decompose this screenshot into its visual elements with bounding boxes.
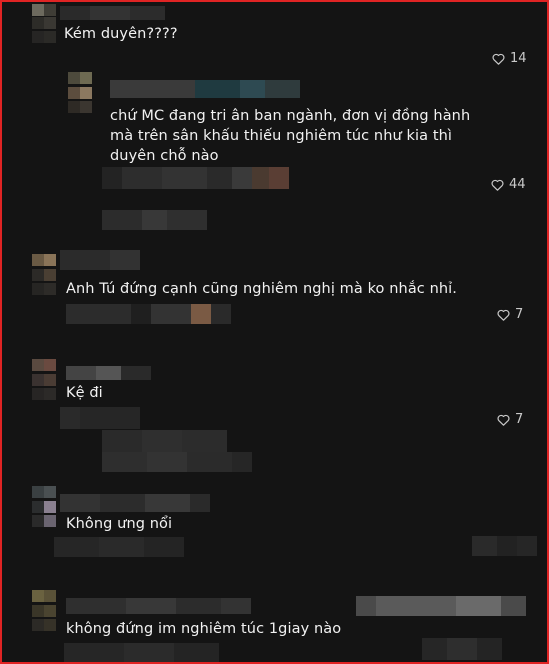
like-button[interactable]: 14 [492, 51, 527, 66]
reply-blurred[interactable] [102, 430, 227, 452]
like-count: 14 [510, 51, 527, 66]
username-blurred[interactable] [60, 6, 165, 20]
reply-blurred[interactable] [356, 596, 526, 616]
username-blurred[interactable] [60, 250, 140, 270]
avatar[interactable] [68, 72, 92, 116]
comment-text: Kém duyên???? [64, 26, 178, 42]
reply-blurred[interactable] [102, 452, 252, 472]
username-blurred[interactable] [60, 494, 210, 512]
reply-blurred[interactable] [422, 638, 502, 660]
timestamp-blurred [60, 407, 140, 429]
comment-text: Anh Tú đứng cạnh cũng nghiêm nghị mà ko … [66, 281, 458, 297]
username-blurred[interactable] [66, 366, 151, 380]
reply-blurred[interactable] [472, 536, 537, 556]
like-count: 7 [515, 412, 524, 427]
like-count: 7 [515, 307, 524, 322]
like-button[interactable]: 44 [491, 177, 526, 192]
timestamp-blurred [64, 643, 219, 662]
avatar[interactable] [32, 254, 56, 298]
heart-outline-icon [497, 309, 510, 321]
username-blurred[interactable] [66, 598, 251, 614]
comment-text: không đứng im nghiêm túc 1giay nào [66, 621, 342, 637]
comment-text: Kệ đi [66, 385, 103, 401]
avatar[interactable] [32, 4, 56, 44]
avatar[interactable] [32, 590, 56, 634]
heart-outline-icon [497, 414, 510, 426]
comments-panel: Kém duyên???? 14 chứ MC đang tri ân ban … [0, 0, 549, 664]
heart-outline-icon [492, 53, 505, 65]
comment-text: Không ưng nổi [66, 516, 173, 532]
view-replies-blurred[interactable] [102, 210, 207, 230]
timestamp-blurred [102, 167, 289, 189]
timestamp-blurred [54, 537, 184, 557]
like-button[interactable]: 7 [497, 307, 523, 322]
like-button[interactable]: 7 [497, 412, 523, 427]
like-count: 44 [509, 177, 526, 192]
comment-text: chứ MC đang tri ân ban ngành, đơn vị đồn… [110, 108, 471, 164]
timestamp-blurred [66, 304, 231, 324]
avatar[interactable] [32, 359, 56, 403]
heart-outline-icon [491, 179, 504, 191]
avatar[interactable] [32, 486, 56, 530]
username-blurred[interactable] [110, 80, 300, 98]
